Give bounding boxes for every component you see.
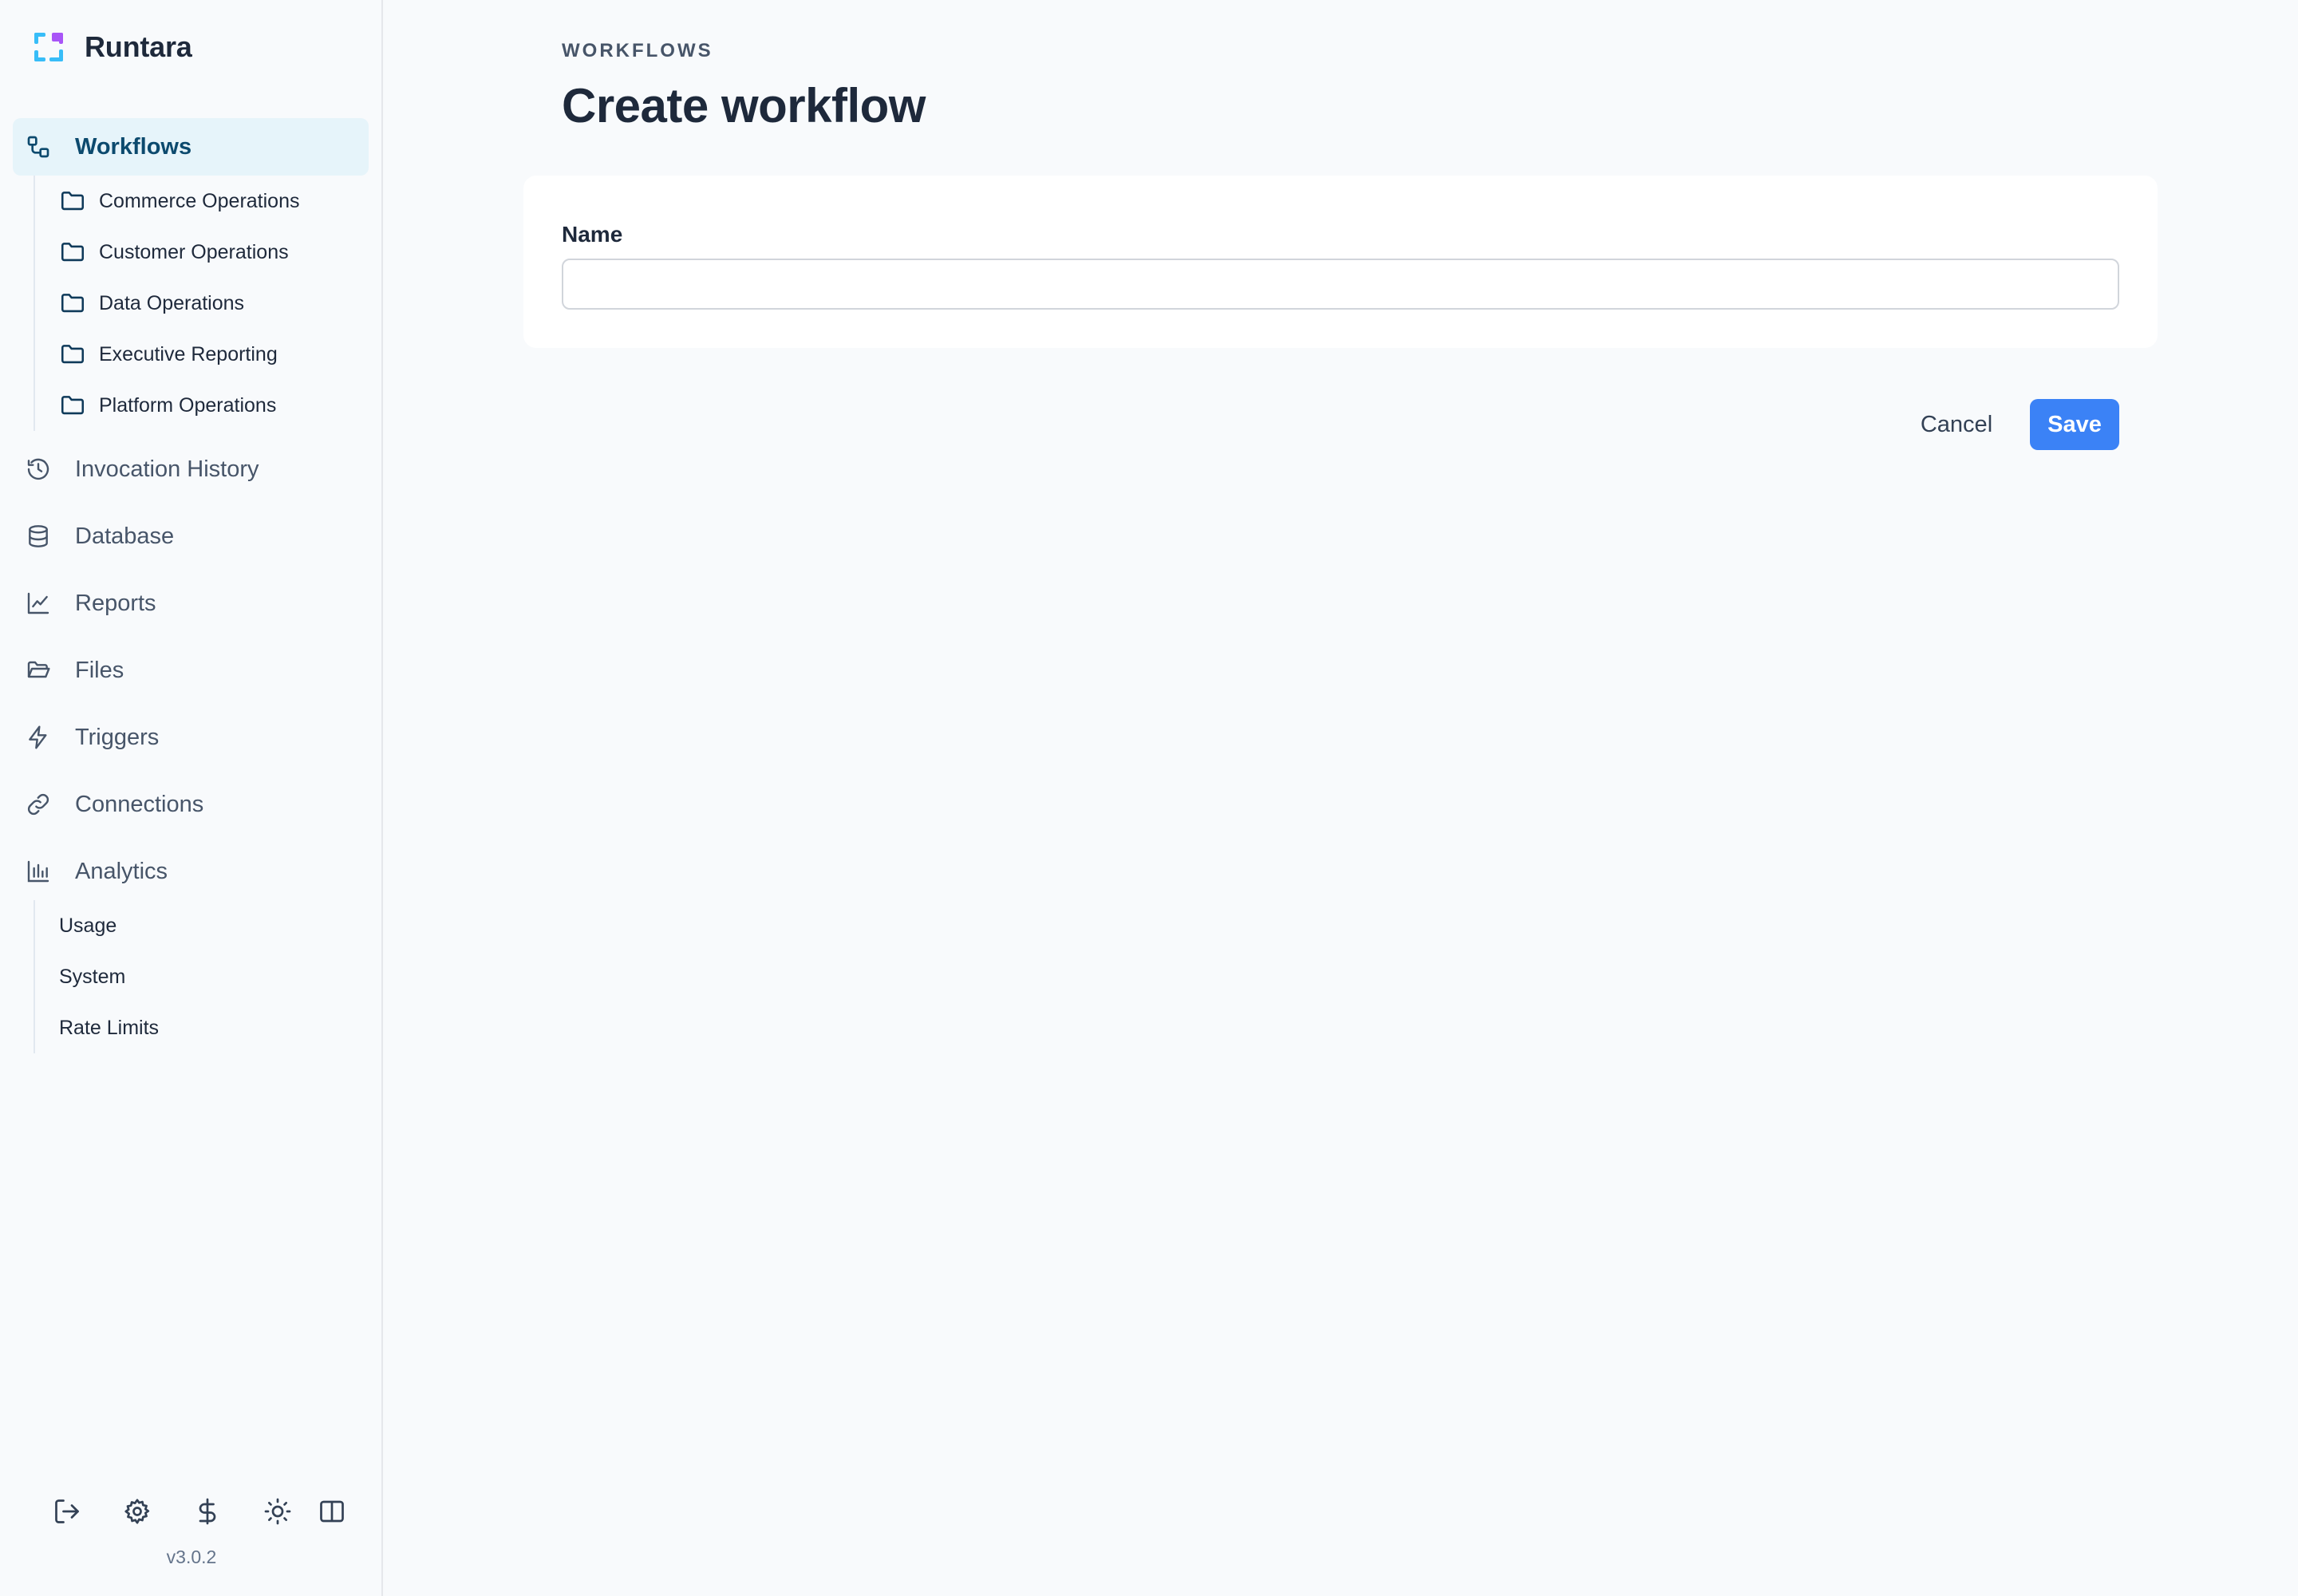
sidebar-item-label: Files: [75, 657, 124, 683]
workflow-icon: [26, 134, 51, 160]
sidebar: Runtara Workflows Commerce Operations Cu…: [0, 0, 383, 1596]
sidebar-item-label: Reports: [75, 590, 156, 616]
sidebar-item-workflows[interactable]: Workflows: [13, 118, 369, 176]
link-icon: [26, 792, 51, 817]
sidebar-subitem-usage[interactable]: Usage: [35, 900, 369, 951]
runtara-logo-icon: [32, 30, 65, 64]
settings-icon[interactable]: [123, 1497, 152, 1526]
sidebar-item-label: Workflows: [75, 133, 192, 160]
sidebar-item-analytics[interactable]: Analytics: [13, 843, 369, 900]
sidebar-item-database[interactable]: Database: [13, 508, 369, 565]
workflow-folders: Commerce Operations Customer Operations …: [34, 176, 369, 431]
sidebar-footer: [0, 1491, 383, 1529]
folder-label: Data Operations: [99, 291, 245, 314]
history-icon: [26, 456, 51, 482]
folder-open-icon: [26, 658, 51, 683]
sidebar-item-files[interactable]: Files: [13, 642, 369, 699]
layout-toggle-icon[interactable]: [318, 1497, 346, 1526]
breadcrumb[interactable]: WORKFLOWS: [562, 40, 713, 62]
name-field-label: Name: [562, 222, 623, 247]
sidebar-item-label: Triggers: [75, 724, 160, 750]
page-title: Create workflow: [562, 79, 926, 132]
sidebar-item-invocation-history[interactable]: Invocation History: [13, 440, 369, 498]
folder-item[interactable]: Customer Operations: [35, 227, 369, 278]
sidebar-item-reports[interactable]: Reports: [13, 575, 369, 632]
sidebar-item-connections[interactable]: Connections: [13, 776, 369, 833]
sidebar-item-label: Database: [75, 523, 175, 549]
folder-item[interactable]: Commerce Operations: [35, 176, 369, 227]
folder-icon: [59, 290, 86, 317]
folder-item[interactable]: Data Operations: [35, 278, 369, 329]
cancel-button[interactable]: Cancel: [1897, 399, 2016, 450]
folder-icon: [59, 341, 86, 368]
brand[interactable]: Runtara: [32, 30, 192, 64]
logout-icon[interactable]: [53, 1497, 81, 1526]
app-version: v3.0.2: [166, 1547, 217, 1567]
chart-line-icon: [26, 591, 51, 616]
folder-item[interactable]: Executive Reporting: [35, 329, 369, 380]
folder-label: Customer Operations: [99, 240, 289, 263]
bar-chart-icon: [26, 859, 51, 884]
folder-icon: [59, 239, 86, 266]
folder-item[interactable]: Platform Operations: [35, 380, 369, 431]
workflow-form-card: Name: [523, 176, 2158, 348]
app-name: Runtara: [85, 30, 192, 63]
database-icon: [26, 523, 51, 549]
name-input[interactable]: [562, 259, 2119, 310]
sidebar-subitem-system[interactable]: System: [35, 951, 369, 1002]
lightning-icon: [26, 725, 51, 750]
dollar-icon[interactable]: [193, 1497, 222, 1526]
analytics-subitems: Usage System Rate Limits: [34, 900, 369, 1053]
folder-label: Executive Reporting: [99, 342, 278, 365]
folder-icon: [59, 188, 86, 215]
theme-sun-icon[interactable]: [263, 1497, 292, 1526]
sidebar-item-label: Invocation History: [75, 456, 259, 482]
save-button[interactable]: Save: [2030, 399, 2119, 450]
sidebar-item-label: Analytics: [75, 858, 168, 884]
sidebar-item-triggers[interactable]: Triggers: [13, 709, 369, 766]
folder-label: Platform Operations: [99, 393, 277, 417]
sidebar-subitem-rate-limits[interactable]: Rate Limits: [35, 1002, 369, 1053]
folder-label: Commerce Operations: [99, 189, 300, 212]
folder-icon: [59, 392, 86, 419]
sidebar-item-label: Connections: [75, 791, 204, 817]
